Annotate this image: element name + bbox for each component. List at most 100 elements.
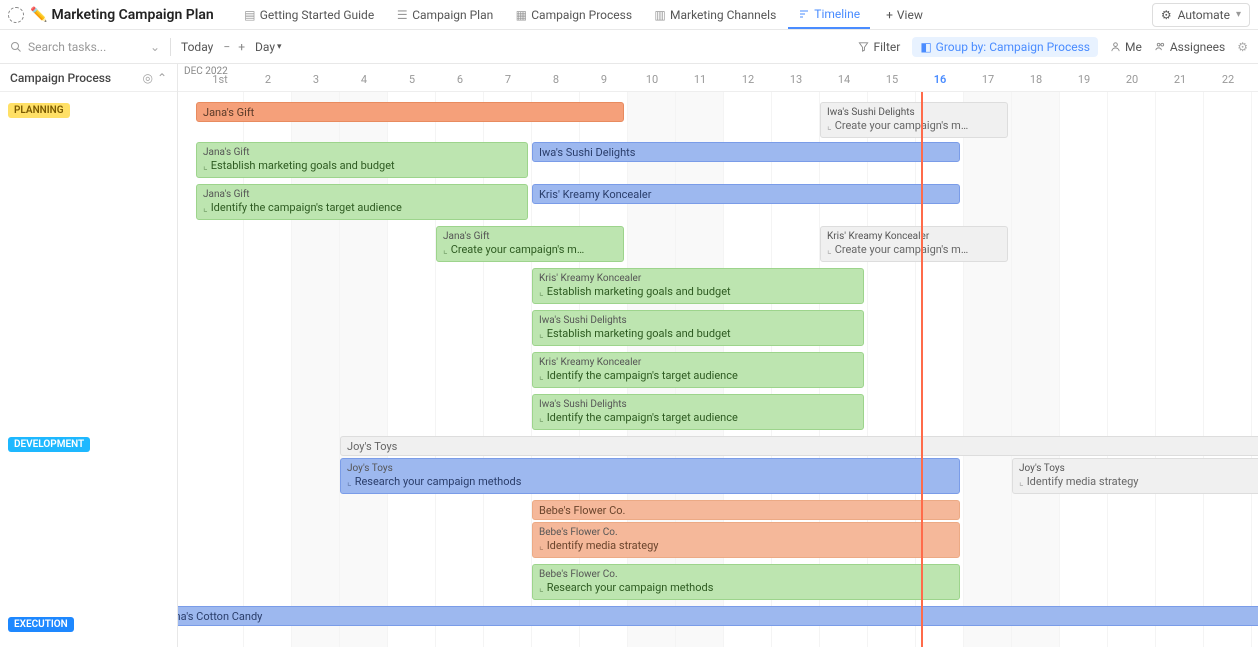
subtask-icon: ⌞ [539,412,544,425]
grid-column [1060,92,1108,647]
grid-column [1156,92,1204,647]
timeline-bar[interactable]: Joy's Toys⌞Identify media strategy [1012,458,1258,494]
timeline-bar[interactable]: Kris' Kreamy Koncealer [532,184,960,204]
day-cell[interactable]: 2 [244,73,292,86]
automate-label: Automate [1178,8,1230,22]
timeline-bar[interactable]: Jana's Gift⌞Create your campaign's m… [436,226,624,262]
timeline-bar[interactable]: Jana's Gift [196,102,624,122]
grid-column [1108,92,1156,647]
add-view-button[interactable]: + View [876,2,933,28]
group-execution[interactable]: EXECUTION [0,610,82,638]
group-planning[interactable]: PLANNING [0,96,78,124]
subtask-icon: ⌞ [347,476,352,489]
tab-getting-started-guide[interactable]: ▤Getting Started Guide [234,2,384,28]
bar-parent-title: Iwa's Sushi Delights [827,106,915,119]
day-cell[interactable]: 19 [1060,73,1108,86]
pencil-icon: ✏️ [30,7,47,23]
timeline-bar[interactable]: Iwa's Sushi Delights⌞Create your campaig… [820,102,1008,138]
me-button[interactable]: Me [1110,40,1142,54]
zoom-label: Day [255,40,275,54]
timeline-bar[interactable]: Iwa's Sushi Delights [532,142,960,162]
day-cell[interactable]: 21 [1156,73,1204,86]
timeline-bar[interactable]: Bebe's Flower Co.⌞Research your campaign… [532,564,960,600]
day-cell[interactable]: 15 [868,73,916,86]
search-icon [10,41,22,53]
collapse-icon[interactable]: ⌃ [157,71,167,85]
automate-button[interactable]: ⚙ Automate ▾ [1152,3,1250,27]
day-cell[interactable]: 10 [628,73,676,86]
add-view-label: View [897,8,923,22]
subtask-icon: ⌞ [1019,476,1024,489]
sidebar-groups: PLANNING DEVELOPMENT EXECUTION [0,92,177,647]
group-development[interactable]: DEVELOPMENT [0,430,98,458]
day-cell[interactable]: 6 [436,73,484,86]
search-input[interactable]: Search tasks... ⌄ [10,40,160,54]
bar-task-title: ⌞Create your campaign's m… [443,243,584,257]
plus-button[interactable]: + [238,40,245,54]
tab-icon: ▥ [654,9,666,21]
day-cell[interactable]: 9 [580,73,628,86]
day-cell[interactable]: 7 [484,73,532,86]
day-cell[interactable]: 5 [388,73,436,86]
zoom-select[interactable]: Day ▾ [255,40,282,54]
timeline-bar[interactable]: Jana's Gift⌞Establish marketing goals an… [196,142,528,178]
day-cell[interactable]: 1st [196,73,244,86]
day-cell[interactable]: 23 [1252,73,1258,86]
day-cell[interactable]: 18 [1012,73,1060,86]
assignees-button[interactable]: Assignees [1154,40,1225,54]
timeline-bar[interactable]: Iwa's Sushi Delights⌞Identify the campai… [532,394,864,430]
grid-column [1252,92,1258,647]
day-cell[interactable]: 3 [292,73,340,86]
day-cell[interactable]: 8 [532,73,580,86]
day-cell[interactable]: 16 [916,73,964,86]
day-cell[interactable]: 20 [1108,73,1156,86]
bar-parent-title: Joy's Toys [1019,462,1065,475]
day-cell[interactable]: 4 [340,73,388,86]
timeline-bar[interactable]: Kris' Kreamy Koncealer⌞Establish marketi… [532,268,864,304]
tab-marketing-channels[interactable]: ▥Marketing Channels [644,2,786,28]
day-cell[interactable]: 14 [820,73,868,86]
sidebar-title: Campaign Process [10,71,111,85]
timeline-bar[interactable]: Jana's Gift⌞Identify the campaign's targ… [196,184,528,220]
timeline-bar[interactable]: Ariana's Cotton Candy [178,606,1258,626]
timeline-bar[interactable]: Joy's Toys [340,436,1258,456]
timeline-bar[interactable]: Joy's Toys⌞Research your campaign method… [340,458,960,494]
subtask-icon: ⌞ [539,582,544,595]
day-cell[interactable]: 12 [724,73,772,86]
day-cell[interactable]: 11 [676,73,724,86]
bar-task-title: ⌞Identify the campaign's target audience [539,411,738,425]
day-cell[interactable]: 17 [964,73,1012,86]
filter-button[interactable]: Filter [858,40,900,54]
subtask-icon: ⌞ [203,160,208,173]
grid-column [1204,92,1252,647]
bar-parent-title: Jana's Gift [203,188,250,201]
timeline-body[interactable]: Jana's GiftIwa's Sushi Delights⌞Create y… [178,92,1258,647]
timeline-bar[interactable]: Bebe's Flower Co.⌞Identify media strateg… [532,522,960,558]
minus-button[interactable]: − [223,40,230,54]
today-button[interactable]: Today [181,40,213,54]
timeline-bar[interactable]: Bebe's Flower Co. [532,500,960,520]
grid-column [1012,92,1060,647]
eye-icon[interactable]: ◎ [142,71,152,85]
timeline-area: DEC 2022 1st2345678910111213141516171819… [178,64,1258,647]
group-by-pill[interactable]: ◧ Group by: Campaign Process [912,37,1098,57]
sidebar-header: Campaign Process ◎ ⌃ [0,64,177,92]
timeline-bar[interactable]: Kris' Kreamy Koncealer⌞Identify the camp… [532,352,864,388]
bar-task-title: ⌞Establish marketing goals and budget [539,327,731,341]
bar-parent-title: Iwa's Sushi Delights [539,398,627,411]
bar-task-title: ⌞Identify media strategy [539,539,658,553]
bar-parent-title: Bebe's Flower Co. [539,568,618,581]
tab-campaign-plan[interactable]: ☰Campaign Plan [386,2,503,28]
subtask-icon: ⌞ [827,244,832,257]
more-button[interactable]: ⚙ [1237,40,1248,54]
day-cell[interactable]: 13 [772,73,820,86]
tab-icon: ▦ [515,9,527,21]
timeline-bar[interactable]: Kris' Kreamy Koncealer⌞Create your campa… [820,226,1008,262]
tab-campaign-process[interactable]: ▦Campaign Process [505,2,642,28]
tab-timeline[interactable]: Timeline [788,1,870,29]
day-cell[interactable]: 22 [1204,73,1252,86]
page-title[interactable]: ✏️ Marketing Campaign Plan [30,7,214,23]
tab-icon: ☰ [396,9,408,21]
sidebar: Campaign Process ◎ ⌃ PLANNING DEVELOPMENT… [0,64,178,647]
timeline-bar[interactable]: Iwa's Sushi Delights⌞Establish marketing… [532,310,864,346]
